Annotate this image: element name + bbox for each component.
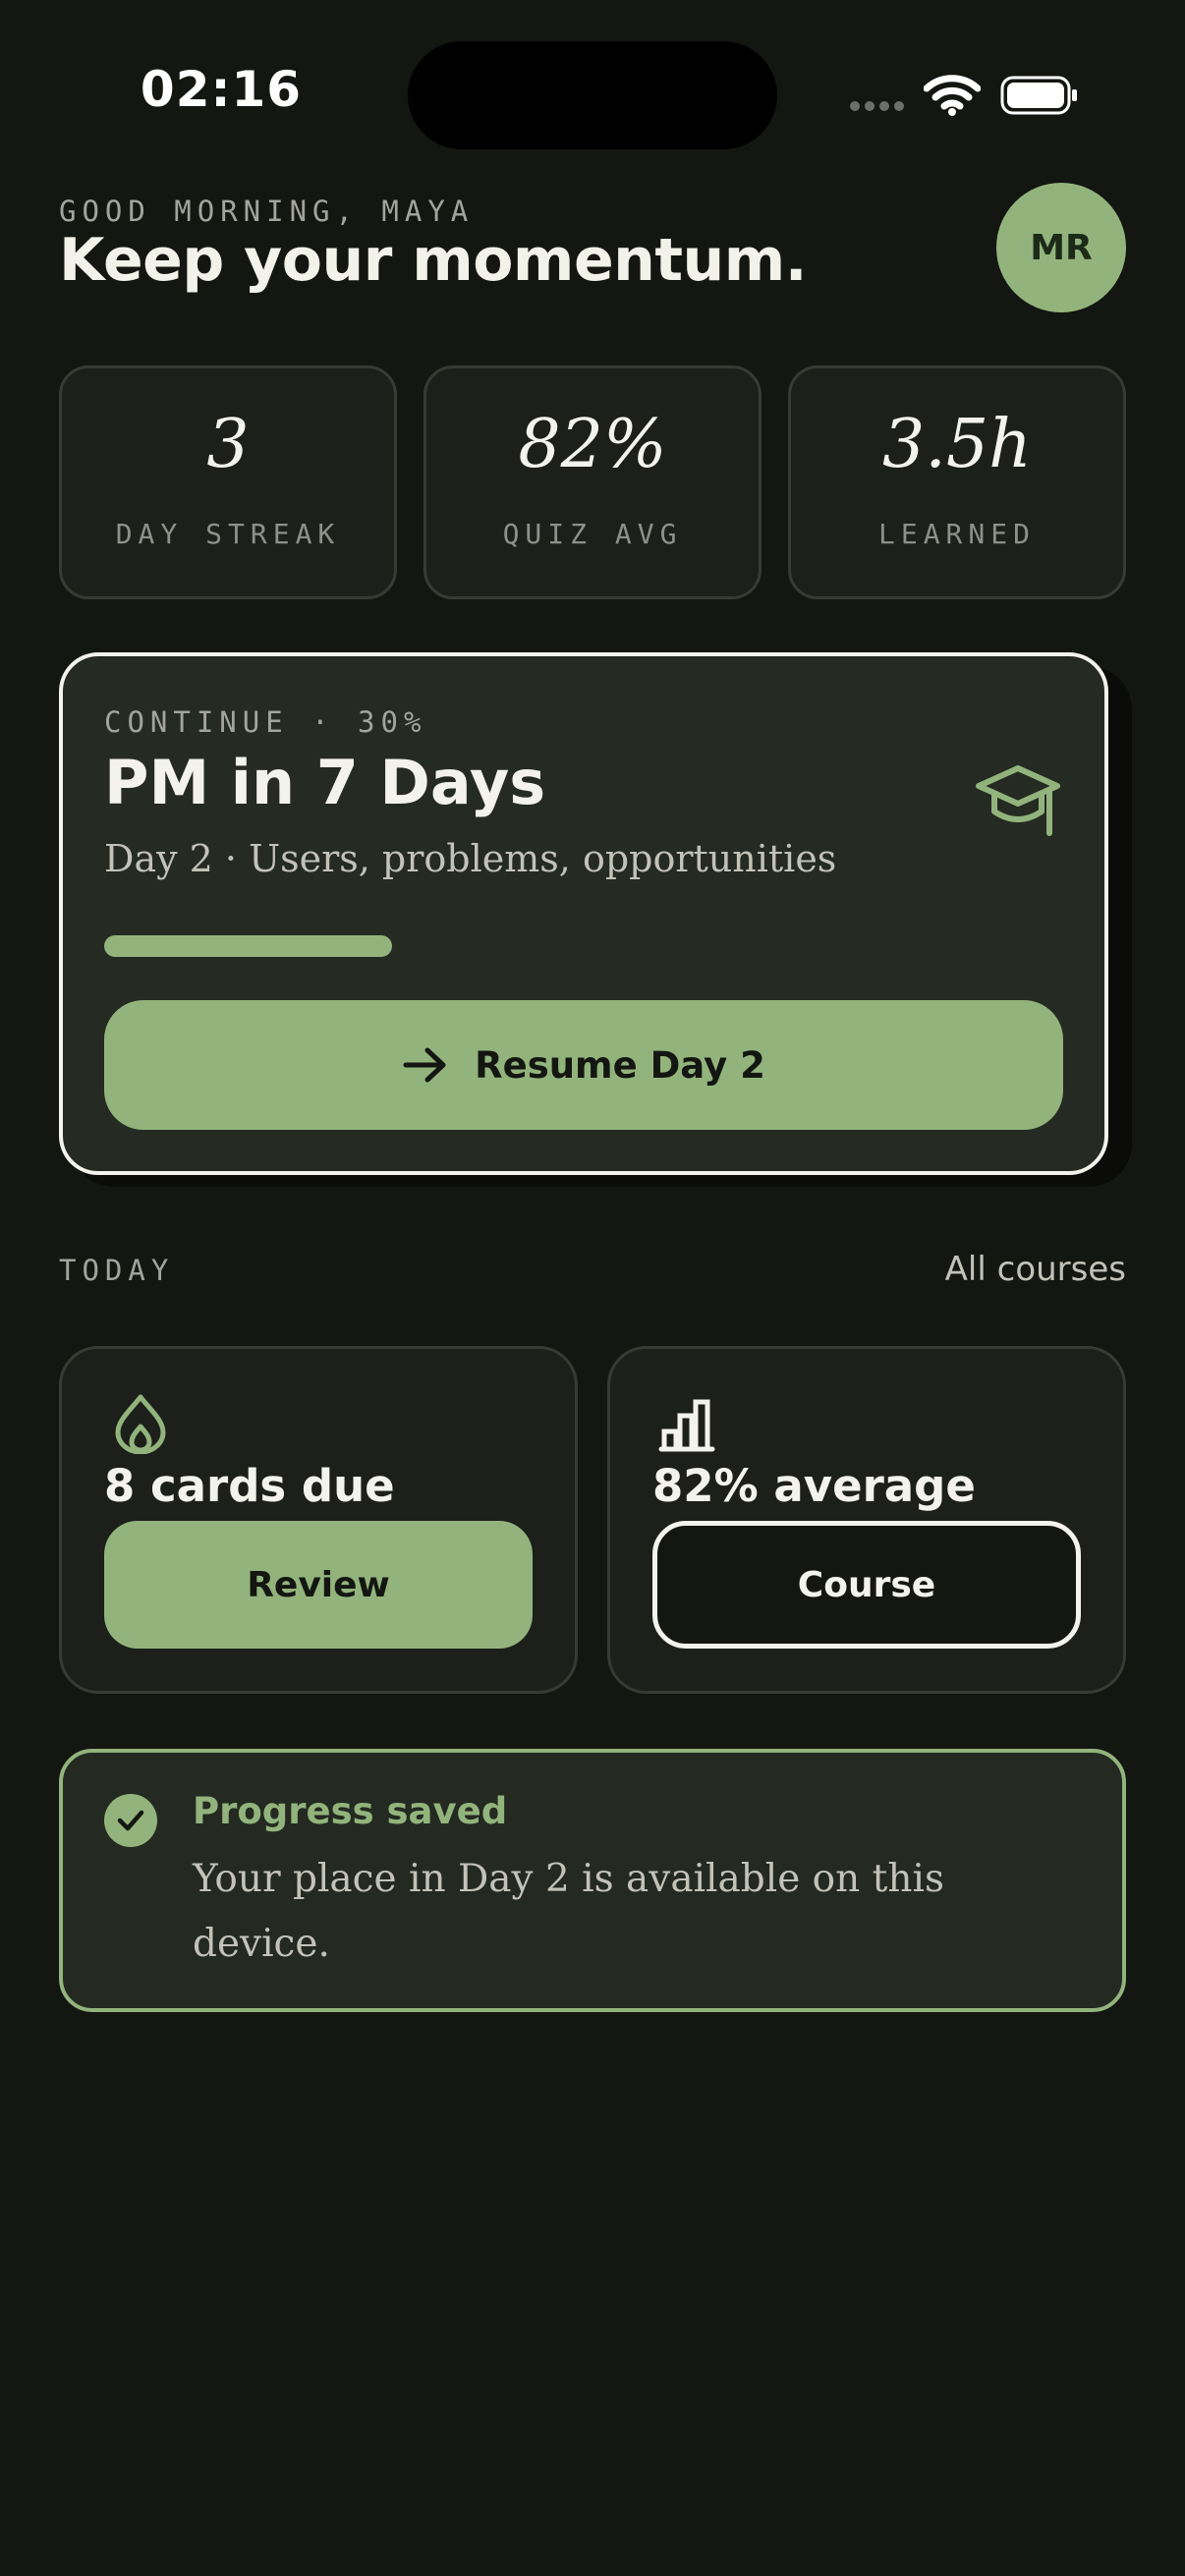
flame-icon	[115, 1394, 166, 1454]
quiz-average-text: 82% average	[652, 1460, 976, 1512]
cards-due-text: 8 cards due	[104, 1460, 395, 1512]
greeting-text: GOOD MORNING, MAYA	[59, 195, 475, 228]
section-label-today: TODAY	[59, 1254, 175, 1287]
stat-label: LEARNED	[877, 518, 1036, 550]
all-courses-link[interactable]: All courses	[945, 1250, 1126, 1289]
resume-button-label: Resume Day 2	[475, 1043, 765, 1087]
course-progress-bar	[104, 935, 1063, 957]
continue-kicker: CONTINUE · 30%	[104, 705, 427, 739]
signal-dot-icon	[879, 101, 889, 111]
course-subtitle: Day 2 · Users, problems, opportunities	[104, 837, 837, 880]
arrow-right-icon	[403, 1047, 446, 1083]
graduation-cap-icon	[976, 765, 1060, 836]
stat-value: 3	[206, 406, 250, 483]
stat-label: DAY STREAK	[115, 518, 341, 550]
saved-message: Your place in Day 2 is available on this…	[193, 1857, 944, 1966]
stat-value: 3.5h	[882, 406, 1032, 483]
status-time: 02:16	[140, 61, 303, 118]
course-button[interactable]: Course	[652, 1521, 1081, 1649]
stat-tile-quiz-avg: 82% QUIZ AVG	[423, 365, 762, 599]
dynamic-island	[408, 41, 777, 149]
wifi-icon	[924, 75, 981, 116]
review-button[interactable]: Review	[104, 1521, 533, 1649]
course-title: PM in 7 Days	[104, 747, 546, 818]
check-circle-icon	[104, 1794, 157, 1847]
stat-tile-streak: 3 DAY STREAK	[59, 365, 397, 599]
course-progress-fill	[104, 935, 392, 957]
signal-dot-icon	[850, 101, 860, 111]
resume-button[interactable]: Resume Day 2	[104, 1000, 1063, 1130]
stat-value: 82%	[518, 406, 667, 483]
signal-dot-icon	[865, 101, 875, 111]
saved-title: Progress saved	[193, 1790, 508, 1832]
stat-label: QUIZ AVG	[502, 518, 683, 550]
page-title: Keep your momentum.	[59, 226, 808, 295]
stat-tile-learned: 3.5h LEARNED	[788, 365, 1126, 599]
bar-chart-icon	[658, 1399, 715, 1452]
battery-icon	[1000, 76, 1077, 115]
signal-dot-icon	[894, 101, 904, 111]
avatar[interactable]: MR	[996, 183, 1126, 312]
